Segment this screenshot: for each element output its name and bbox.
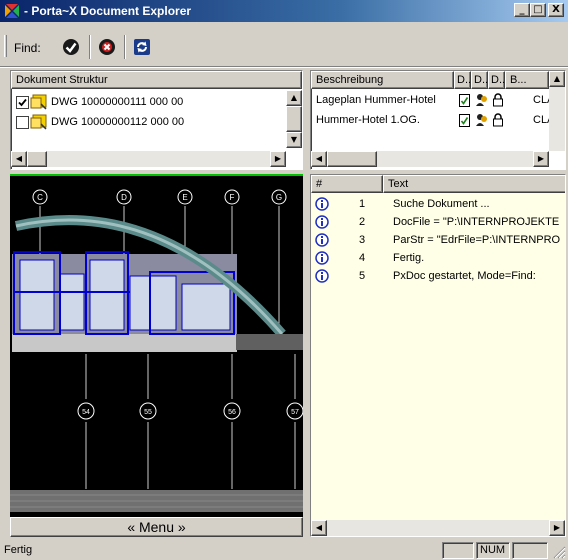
info-icon <box>315 251 329 265</box>
axis-label: 55 <box>144 409 152 416</box>
log-row[interactable]: 1 Suche Dokument ... <box>311 195 565 213</box>
document-structure-header[interactable]: Dokument Struktur <box>11 71 302 89</box>
log-row[interactable]: 3 ParStr = "EdrFile=P:\INTERNPRO <box>311 231 565 249</box>
toolbar-divider <box>0 66 568 68</box>
log-number: 1 <box>359 198 366 210</box>
vertical-scrollbar[interactable]: ▲ ▼ <box>286 90 302 148</box>
info-icon <box>315 233 329 247</box>
window-title: - Porta~X Document Explorer <box>24 4 192 18</box>
drawing-viewer[interactable]: C D E F G 54 55 56 57 <box>10 174 303 517</box>
document-check-icon <box>459 114 470 127</box>
log-text: Suche Dokument ... <box>393 198 490 210</box>
horizontal-scrollbar[interactable]: ◀ ▶ <box>11 151 286 167</box>
log-text: Fertig. <box>393 252 425 264</box>
refresh-icon[interactable] <box>133 38 151 56</box>
scroll-right-button[interactable]: ▶ <box>549 520 565 536</box>
status-pane <box>512 542 548 559</box>
scroll-thumb[interactable] <box>327 151 377 167</box>
toolbar-separator <box>89 35 91 59</box>
checkbox-unchecked-icon[interactable] <box>16 116 29 129</box>
toolbar: Find: <box>0 22 568 66</box>
axis-label: D <box>121 193 127 202</box>
lock-icon <box>493 113 503 127</box>
find-label: Find: <box>14 41 41 55</box>
scroll-left-button[interactable]: ◀ <box>311 151 327 167</box>
info-icon <box>315 215 329 229</box>
description-cell: Lageplan Hummer-Hotel <box>316 94 436 106</box>
log-number: 2 <box>359 216 366 228</box>
app-logo-icon <box>5 4 19 18</box>
log-number: 5 <box>359 270 366 282</box>
list-row[interactable]: Lageplan Hummer-Hotel CLA <box>311 91 554 109</box>
log-number: 3 <box>359 234 366 246</box>
tree-item[interactable]: DWG 10000000112 000 00 <box>16 113 286 131</box>
scroll-down-button[interactable]: ▼ <box>286 132 302 148</box>
minimize-button[interactable]: _ <box>514 3 530 17</box>
scroll-up-button[interactable]: ▲ <box>549 71 565 87</box>
column-header-number[interactable]: # <box>311 175 383 193</box>
status-text: Fertig <box>4 544 33 556</box>
menu-button[interactable]: « Menu » <box>10 517 303 537</box>
checkbox-checked-icon[interactable] <box>16 96 29 109</box>
axis-label: 54 <box>82 409 90 416</box>
tree-item-label: DWG 10000000112 000 00 <box>51 116 185 128</box>
people-icon <box>476 94 487 106</box>
title-bar[interactable]: - Porta~X Document Explorer _ □ X <box>0 0 568 22</box>
info-icon <box>315 197 329 211</box>
axis-label: C <box>37 193 43 202</box>
status-bar: Fertig NUM <box>0 541 568 560</box>
maximize-button[interactable]: □ <box>530 3 546 17</box>
axis-label: F <box>230 193 235 202</box>
column-header-d3[interactable]: D.. <box>488 71 505 89</box>
column-header-d2[interactable]: D.. <box>471 71 488 89</box>
close-button[interactable]: X <box>548 3 564 17</box>
cancel-icon[interactable] <box>98 38 116 56</box>
num-lock-indicator: NUM <box>476 542 510 559</box>
status-pane <box>442 542 474 559</box>
description-list-panel: Beschreibung D.. D.. D.. B... Lageplan H… <box>310 70 566 170</box>
log-text: PxDoc gestartet, Mode=Find: <box>393 270 536 282</box>
list-row[interactable]: Hummer-Hotel 1.OG. CLA <box>311 111 554 129</box>
document-structure-panel: Dokument Struktur DWG 10000000111 000 00… <box>10 70 303 170</box>
axis-label: G <box>276 193 282 202</box>
scroll-right-button[interactable]: ▶ <box>533 151 549 167</box>
document-check-icon <box>459 94 470 107</box>
scroll-thumb[interactable] <box>286 106 302 132</box>
scroll-left-button[interactable]: ◀ <box>11 151 27 167</box>
toolbar-separator <box>124 35 126 59</box>
log-row[interactable]: 4 Fertig. <box>311 249 565 267</box>
log-text: ParStr = "EdrFile=P:\INTERNPRO <box>393 234 561 246</box>
axis-label: E <box>182 193 187 202</box>
toolbar-grip[interactable] <box>4 35 7 57</box>
people-icon <box>476 114 487 126</box>
column-header-text[interactable]: Text <box>383 175 565 193</box>
drawing-document-icon <box>30 94 47 110</box>
check-icon[interactable] <box>62 38 80 56</box>
log-row[interactable]: 2 DocFile = "P:\INTERNPROJEKTE <box>311 213 565 231</box>
scroll-up-button[interactable]: ▲ <box>286 90 302 106</box>
tree-item-label: DWG 10000000111 000 00 <box>51 96 184 108</box>
scroll-right-button[interactable]: ▶ <box>270 151 286 167</box>
tree-item[interactable]: DWG 10000000111 000 00 <box>16 93 286 111</box>
drawing-document-icon <box>30 114 47 130</box>
column-header-description[interactable]: Beschreibung <box>311 71 454 89</box>
resize-grip-icon[interactable] <box>552 545 566 559</box>
vertical-scrollbar[interactable]: ▲ <box>549 71 565 151</box>
lock-icon <box>493 93 503 107</box>
log-text: DocFile = "P:\INTERNPROJEKTE <box>393 216 560 228</box>
axis-label: 56 <box>228 409 236 416</box>
column-header-b[interactable]: B... <box>505 71 549 89</box>
column-header-d1[interactable]: D.. <box>454 71 471 89</box>
architectural-drawing: C D E F G 54 55 56 57 <box>10 174 303 512</box>
log-row[interactable]: 5 PxDoc gestartet, Mode=Find: <box>311 267 565 285</box>
info-icon <box>315 269 329 283</box>
description-cell: Hummer-Hotel 1.OG. <box>316 114 420 126</box>
scroll-left-button[interactable]: ◀ <box>311 520 327 536</box>
horizontal-scrollbar[interactable]: ◀ ▶ <box>311 151 549 167</box>
horizontal-scrollbar[interactable]: ◀ ▶ <box>311 520 565 536</box>
scroll-thumb[interactable] <box>27 151 47 167</box>
log-panel: # Text 1 Suche Dokument ... 2 DocFile = … <box>310 174 566 537</box>
log-number: 4 <box>359 252 366 264</box>
axis-label: 57 <box>291 409 299 416</box>
